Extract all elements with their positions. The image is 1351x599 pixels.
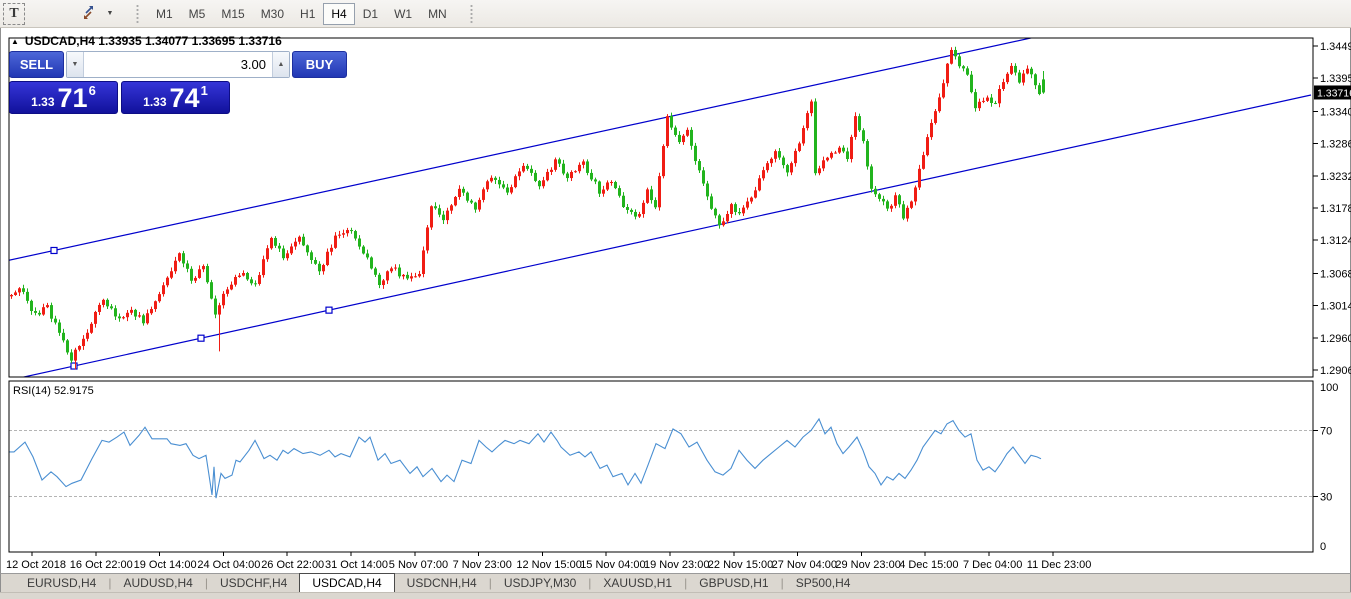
buy-price-sup: 1 [201, 83, 208, 98]
tab-sp500-h4[interactable]: SP500,H4 [784, 574, 863, 592]
sell-quote-box[interactable]: 1.33 71 6 [9, 81, 118, 114]
volume-decrease-button[interactable]: ▼ [67, 52, 84, 77]
time-axis-label: 15 Nov 04:00 [580, 559, 645, 571]
price-axis-label: 1.32860 [1320, 139, 1351, 151]
tab-usdchf-h4[interactable]: USDCHF,H4 [208, 574, 299, 592]
diagonal-arrows-icon [81, 5, 96, 23]
panel-collapse-icon[interactable]: ▲ [11, 37, 19, 46]
time-axis-label: 16 Oct 22:00 [70, 559, 133, 571]
time-axis-label: 11 Dec 23:00 [1027, 559, 1092, 571]
timeframe-button-h4[interactable]: H4 [323, 3, 354, 25]
chart-window: 1.34495 1.33955 1.33400 1.32860 1.32320 1.317… [0, 28, 1351, 573]
chart-ohlc-title: USDCAD,H4 1.33935 1.34077 1.33695 1.3371… [25, 34, 282, 48]
rsi-axis: 100 70 30 0 [1313, 382, 1338, 553]
rsi-pane-frame [9, 381, 1313, 552]
price-axis-label: 1.31240 [1320, 235, 1351, 247]
price-axis-label: 1.30145 [1320, 301, 1351, 313]
time-axis-label: 4 Dec 15:00 [899, 559, 958, 571]
tab-usdjpy-m30[interactable]: USDJPY,M30 [492, 574, 588, 592]
toolbar-separator [135, 4, 140, 24]
price-axis-label: 1.33400 [1320, 106, 1351, 118]
tab-usdcnh-h4[interactable]: USDCNH,H4 [395, 574, 489, 592]
channel-handle[interactable] [326, 307, 332, 313]
one-click-trading-panel: SELL ▼ ▲ BUY 1.33 71 6 1.33 74 1 [9, 51, 230, 114]
time-axis-label: 7 Nov 23:00 [453, 559, 512, 571]
timeframe-button-w1[interactable]: W1 [386, 3, 420, 25]
sell-price-big: 71 [58, 85, 88, 112]
price-axis: 1.34495 1.33955 1.33400 1.32860 1.32320 1.317… [1313, 41, 1351, 377]
price-axis-label: 1.32320 [1320, 171, 1351, 183]
time-axis-label: 12 Oct 2018 [6, 559, 66, 571]
price-axis-label: 1.30685 [1320, 268, 1351, 280]
volume-input[interactable] [84, 52, 272, 77]
time-axis-label: 12 Nov 15:00 [516, 559, 581, 571]
buy-price-small: 1.33 [143, 95, 166, 109]
tab-audusd-h4[interactable]: AUDUSD,H4 [111, 574, 204, 592]
price-axis-label: 1.29065 [1320, 365, 1351, 377]
timeframe-button-m1[interactable]: M1 [148, 3, 181, 25]
arrows-dropdown-caret[interactable]: ▼ [99, 3, 121, 25]
timeframe-buttons: M1M5M15M30H1H4D1W1MN [148, 3, 455, 25]
timeframe-button-h1[interactable]: H1 [292, 3, 323, 25]
rsi-axis-label: 70 [1320, 426, 1332, 438]
price-axis-label: 1.34495 [1320, 41, 1351, 53]
sell-price-sup: 6 [89, 83, 96, 98]
chart-title-row: ▲ USDCAD,H4 1.33935 1.34077 1.33695 1.33… [11, 34, 282, 48]
channel-handle[interactable] [71, 363, 77, 369]
price-axis-label: 1.29605 [1320, 333, 1351, 345]
rsi-levels [9, 431, 1313, 497]
time-axis-label: 27 Nov 04:00 [772, 559, 837, 571]
top-toolbar: T ▼ M1M5M15M30H1H4D1W1MN [0, 0, 1351, 28]
status-strip [0, 592, 1351, 599]
price-axis-label: 1.33955 [1320, 73, 1351, 85]
time-axis-label: 22 Nov 15:00 [708, 559, 773, 571]
volume-increase-button[interactable]: ▲ [272, 52, 289, 77]
toolbar-separator [469, 4, 474, 24]
channel-handle[interactable] [51, 247, 57, 253]
buy-quote-box[interactable]: 1.33 74 1 [121, 81, 230, 114]
rsi-axis-label: 0 [1320, 541, 1326, 553]
arrange-arrows-button[interactable] [77, 3, 99, 25]
current-price-label: 1.33716 [1317, 87, 1351, 99]
buy-button[interactable]: BUY [292, 51, 347, 78]
time-axis-label: 29 Nov 23:00 [835, 559, 900, 571]
timeframe-button-m15[interactable]: M15 [213, 3, 252, 25]
rsi-axis-label: 30 [1320, 492, 1332, 504]
timeframe-button-m5[interactable]: M5 [181, 3, 214, 25]
time-axis-label: 19 Oct 14:00 [134, 559, 197, 571]
tab-gbpusd-h1[interactable]: GBPUSD,H1 [687, 574, 780, 592]
time-axis-label: 5 Nov 07:00 [389, 559, 448, 571]
tab-usdcad-h4[interactable]: USDCAD,H4 [299, 573, 394, 592]
rsi-axis-label: 100 [1320, 382, 1338, 394]
time-axis-label: 26 Oct 22:00 [261, 559, 324, 571]
buy-price-big: 74 [170, 85, 200, 112]
volume-spinner: ▼ ▲ [66, 51, 290, 78]
tab-xauusd-h1[interactable]: XAUUSD,H1 [591, 574, 684, 592]
channel-handle[interactable] [198, 335, 204, 341]
time-axis-label: 7 Dec 04:00 [963, 559, 1022, 571]
sell-price-small: 1.33 [31, 95, 54, 109]
timeframe-button-mn[interactable]: MN [420, 3, 455, 25]
price-axis-label: 1.31780 [1320, 203, 1351, 215]
sell-button[interactable]: SELL [9, 51, 64, 78]
timeframe-button-m30[interactable]: M30 [253, 3, 292, 25]
timeframe-button-d1[interactable]: D1 [355, 3, 386, 25]
time-axis-label: 31 Oct 14:00 [325, 559, 388, 571]
rsi-indicator-label: RSI(14) 52.9175 [13, 385, 94, 397]
symbol-tab-bar: EURUSD,H4|AUDUSD,H4|USDCHF,H4USDCAD,H4US… [0, 573, 1351, 592]
time-axis-label: 24 Oct 04:00 [197, 559, 260, 571]
text-tool-button[interactable]: T [3, 3, 25, 25]
time-axis: 12 Oct 2018 16 Oct 22:0019 Oct 14:0024 Oc… [6, 552, 1091, 571]
tab-eurusd-h4[interactable]: EURUSD,H4 [15, 574, 108, 592]
time-axis-label: 19 Nov 23:00 [644, 559, 709, 571]
